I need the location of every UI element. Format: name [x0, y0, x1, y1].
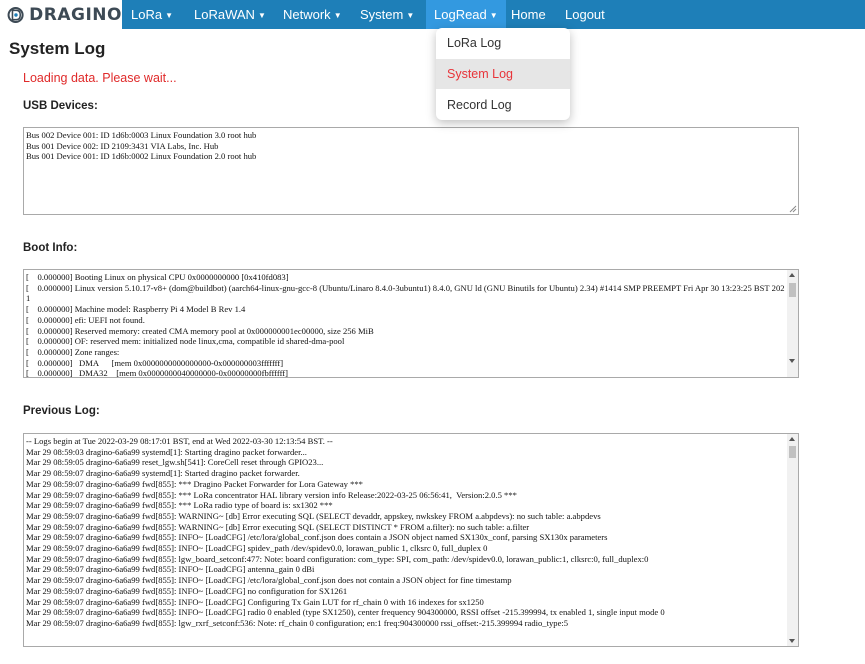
chevron-down-icon: ▼ — [489, 11, 498, 20]
loading-status: Loading data. Please wait... — [23, 71, 177, 85]
chevron-down-icon: ▼ — [257, 11, 266, 20]
nav-logout-label: Logout — [565, 7, 605, 22]
nav-logout[interactable]: Logout — [565, 0, 605, 29]
nav-system-label: System — [360, 7, 404, 22]
dragino-logo[interactable]: DRAGINO — [0, 0, 122, 29]
nav-home-label: Home — [511, 7, 546, 22]
usb-devices-text: Bus 002 Device 001: ID 1d6b:0003 Linux F… — [26, 130, 257, 162]
previous-log-textarea[interactable]: -- Logs begin at Tue 2022-03-29 08:17:01… — [23, 433, 799, 647]
nav-lora[interactable]: LoRa ▼ — [131, 0, 173, 29]
nav-lorawan-label: LoRaWAN — [194, 7, 255, 22]
menu-item-record-log[interactable]: Record Log — [436, 90, 570, 120]
boot-info-textarea[interactable]: [ 0.000000] Booting Linux on physical CP… — [23, 269, 799, 378]
top-navbar: DRAGINO LoRa ▼ LoRaWAN ▼ Network ▼ System ▼ … — [0, 0, 865, 29]
nav-home[interactable]: Home — [511, 0, 546, 29]
scroll-up-icon[interactable] — [789, 273, 795, 277]
nav-lorawan[interactable]: LoRaWAN ▼ — [194, 0, 266, 29]
resize-grip-icon[interactable] — [789, 205, 797, 213]
scroll-thumb[interactable] — [789, 283, 796, 297]
logread-dropdown-menu: LoRa Log System Log Record Log — [436, 28, 570, 120]
chevron-down-icon: ▼ — [333, 11, 342, 20]
logo-text: DRAGINO — [29, 4, 122, 25]
nav-network[interactable]: Network ▼ — [283, 0, 342, 29]
nav-network-label: Network — [283, 7, 331, 22]
scroll-up-icon[interactable] — [789, 437, 795, 441]
usb-devices-label: USB Devices: — [23, 100, 98, 112]
boot-info-scrollbar[interactable] — [787, 270, 798, 377]
scroll-thumb[interactable] — [789, 446, 796, 458]
dragino-logo-icon — [7, 6, 24, 23]
nav-system[interactable]: System ▼ — [360, 0, 414, 29]
menu-item-system-log[interactable]: System Log — [436, 59, 570, 89]
previous-log-scrollbar[interactable] — [787, 434, 798, 646]
nav-logread[interactable]: LogRead ▼ — [426, 0, 506, 29]
nav-logread-label: LogRead — [434, 7, 487, 22]
boot-info-label: Boot Info: — [23, 242, 78, 254]
usb-devices-textarea[interactable]: Bus 002 Device 001: ID 1d6b:0003 Linux F… — [23, 127, 799, 215]
boot-info-text: [ 0.000000] Booting Linux on physical CP… — [26, 272, 785, 378]
scroll-down-icon[interactable] — [789, 359, 795, 363]
page-title: System Log — [9, 39, 106, 58]
chevron-down-icon: ▼ — [406, 11, 415, 20]
menu-item-lora-log[interactable]: LoRa Log — [436, 28, 570, 58]
previous-log-label: Previous Log: — [23, 405, 100, 417]
nav-lora-label: LoRa — [131, 7, 163, 22]
previous-log-text: -- Logs begin at Tue 2022-03-29 08:17:01… — [26, 436, 665, 628]
scroll-down-icon[interactable] — [789, 639, 795, 643]
chevron-down-icon: ▼ — [165, 11, 173, 20]
